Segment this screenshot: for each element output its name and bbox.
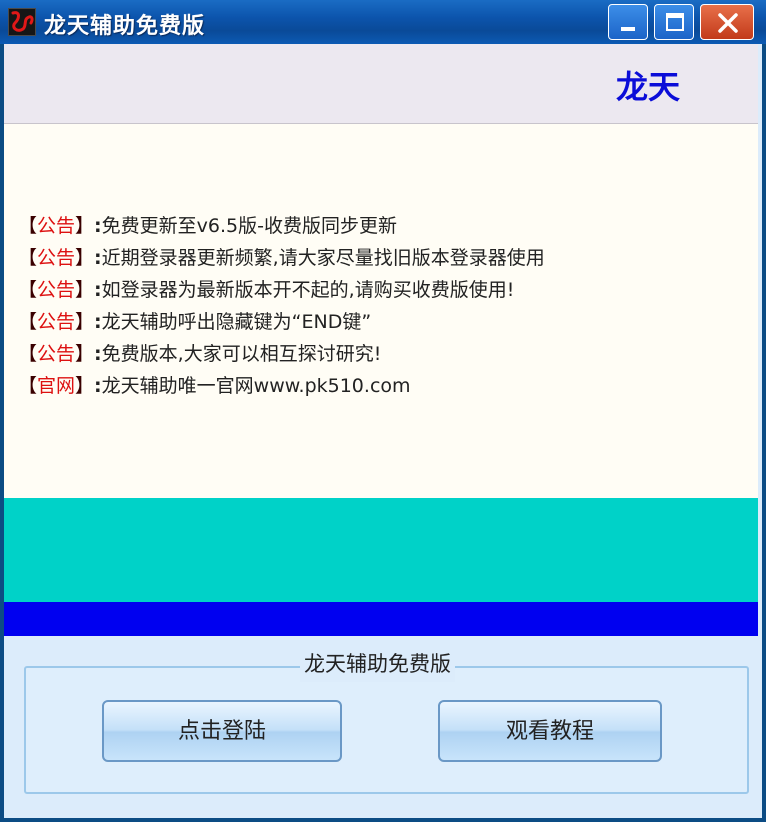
notice-colon: : (94, 215, 102, 237)
minimize-button[interactable] (608, 4, 648, 40)
notice-colon: : (94, 247, 102, 269)
notice-text: 近期登录器更新频繁,请大家尽量找旧版本登录器使用 (101, 247, 545, 269)
group-title: 龙天辅助免费版 (300, 646, 455, 682)
bracket-close: 】 (75, 247, 95, 269)
notice-tag: 公告 (37, 247, 76, 269)
notice-item: 【公告】:免费更新至v6.5版-收费版同步更新 (18, 210, 545, 242)
bracket-open: 【 (18, 279, 38, 301)
blue-banner (4, 602, 758, 636)
notice-colon: : (94, 375, 102, 397)
notice-colon: : (94, 311, 102, 333)
brand-label: 龙天 (616, 68, 681, 106)
notice-tag: 公告 (37, 279, 76, 301)
bracket-close: 】 (75, 215, 95, 237)
window-title: 龙天辅助免费版 (44, 14, 206, 39)
title-bar[interactable]: 龙天辅助免费版 (0, 0, 766, 44)
notice-panel: 【公告】:免费更新至v6.5版-收费版同步更新 【公告】:近期登录器更新频繁,请大… (4, 124, 758, 498)
maximize-icon (666, 13, 684, 31)
notice-item: 【公告】:免费版本,大家可以相互探讨研究! (18, 338, 545, 370)
notice-tag: 公告 (37, 311, 76, 333)
notice-text: 龙天辅助呼出隐藏键为“END键” (101, 311, 372, 333)
bracket-close: 】 (75, 343, 95, 365)
notice-tag: 公告 (37, 215, 76, 237)
notice-text: 龙天辅助唯一官网www.pk510.com (101, 375, 411, 397)
bracket-open: 【 (18, 215, 38, 237)
notice-text: 免费版本,大家可以相互探讨研究! (101, 343, 382, 365)
bracket-close: 】 (75, 375, 95, 397)
notice-item: 【公告】:如登录器为最新版本开不起的,请购买收费版使用! (18, 274, 545, 306)
notice-item: 【官网】:龙天辅助唯一官网www.pk510.com (18, 370, 545, 402)
notice-text: 如登录器为最新版本开不起的,请购买收费版使用! (101, 279, 515, 301)
notice-tag: 公告 (37, 343, 76, 365)
header-band: 龙天 (4, 44, 758, 124)
minimize-icon (621, 27, 635, 31)
close-icon (718, 13, 738, 33)
notice-tag: 官网 (37, 375, 76, 397)
bracket-open: 【 (18, 343, 38, 365)
bracket-close: 】 (75, 311, 95, 333)
bracket-close: 】 (75, 279, 95, 301)
login-button[interactable]: 点击登陆 (102, 700, 342, 762)
notice-item: 【公告】:龙天辅助呼出隐藏键为“END键” (18, 306, 545, 338)
watch-tutorial-button[interactable]: 观看教程 (438, 700, 662, 762)
maximize-button[interactable] (654, 4, 694, 40)
notice-colon: : (94, 279, 102, 301)
notice-text: 免费更新至v6.5版-收费版同步更新 (101, 215, 397, 237)
cyan-banner (4, 498, 758, 602)
bracket-open: 【 (18, 311, 38, 333)
notice-item: 【公告】:近期登录器更新频繁,请大家尽量找旧版本登录器使用 (18, 242, 545, 274)
app-icon (8, 8, 36, 36)
bracket-open: 【 (18, 375, 38, 397)
notice-colon: : (94, 343, 102, 365)
bracket-open: 【 (18, 247, 38, 269)
close-button[interactable] (700, 4, 754, 40)
notice-list: 【公告】:免费更新至v6.5版-收费版同步更新 【公告】:近期登录器更新频繁,请大… (18, 210, 545, 402)
